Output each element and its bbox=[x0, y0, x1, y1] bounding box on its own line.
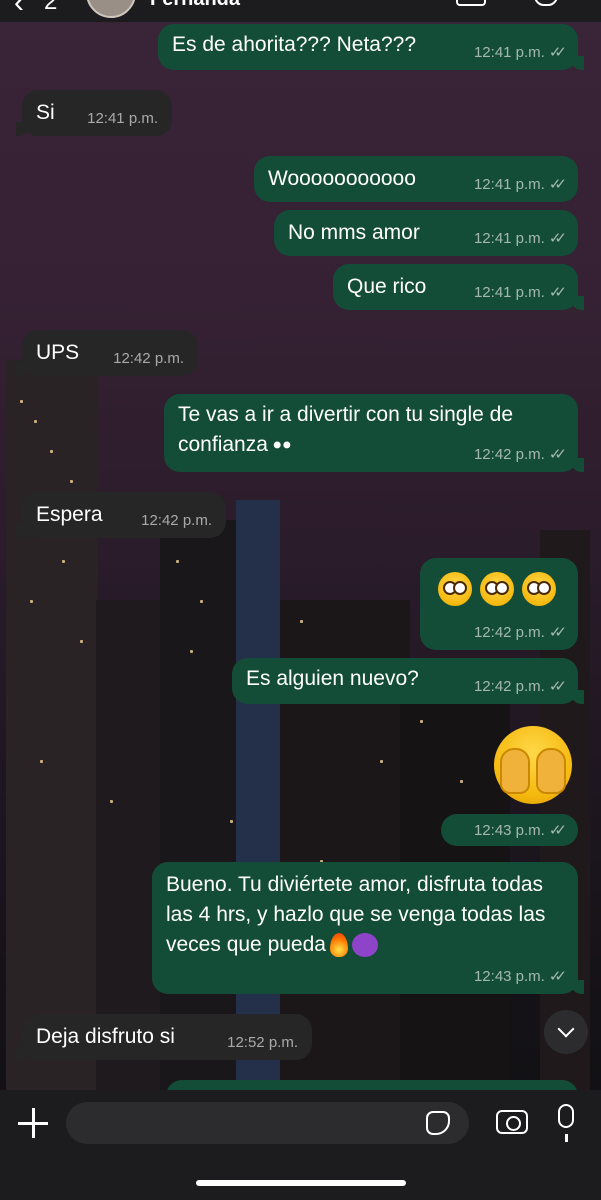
message-meta: 12:43 p.m. ✓✓ bbox=[473, 822, 567, 840]
message-outgoing[interactable]: Es de ahorita??? Neta??? 12:41 p.m. ✓✓ bbox=[158, 24, 584, 70]
message-text: UPS bbox=[36, 341, 80, 364]
fire-emoji-icon bbox=[329, 933, 348, 958]
message-time: 12:42 p.m. bbox=[473, 624, 545, 641]
message-outgoing[interactable]: Wooooooooooo 12:41 p.m. ✓✓ bbox=[254, 156, 578, 202]
message-time: 12:43 p.m. bbox=[473, 968, 545, 985]
message-meta: 12:41 p.m. bbox=[87, 110, 158, 128]
video-call-icon[interactable] bbox=[456, 0, 486, 6]
message-input[interactable] bbox=[66, 1102, 469, 1144]
message-outgoing[interactable]: Bueno. Tu diviértete amor, disfruta toda… bbox=[152, 862, 584, 994]
message-time: 12:43 p.m. bbox=[473, 822, 545, 839]
message-text: Deja disfruto si bbox=[36, 1025, 175, 1048]
message-meta: 12:42 p.m. ✓✓ bbox=[473, 624, 567, 642]
message-meta: 12:43 p.m. ✓✓ bbox=[473, 968, 567, 986]
message-incoming[interactable]: Deja disfruto si 12:52 p.m. bbox=[16, 1014, 312, 1060]
message-outgoing[interactable]: No mms amor 12:41 p.m. ✓✓ bbox=[274, 210, 578, 256]
message-text: Espera bbox=[36, 503, 103, 526]
double-check-icon: ✓✓ bbox=[548, 176, 567, 193]
message-meta: 12:42 p.m. bbox=[113, 350, 184, 368]
plus-icon[interactable] bbox=[18, 1108, 48, 1138]
message-text: Te vas a ir a divertir con tu single de … bbox=[178, 403, 519, 456]
message-meta: 12:52 p.m. bbox=[227, 1034, 298, 1052]
message-outgoing[interactable]: Que rico 12:41 p.m. ✓✓ bbox=[333, 264, 584, 310]
message-time: 12:41 p.m. bbox=[473, 230, 545, 247]
message-text: Que rico bbox=[347, 275, 427, 298]
home-indicator bbox=[196, 1180, 406, 1186]
double-check-icon: ✓✓ bbox=[548, 624, 567, 641]
chevron-down-icon bbox=[557, 1020, 575, 1038]
message-time: 12:42 p.m. bbox=[473, 446, 545, 463]
microphone-icon[interactable] bbox=[558, 1104, 574, 1142]
double-check-icon: ✓✓ bbox=[548, 230, 567, 247]
unread-count[interactable]: 2 bbox=[44, 0, 57, 16]
message-time: 12:52 p.m. bbox=[227, 1034, 298, 1051]
message-time: 12:42 p.m. bbox=[141, 512, 212, 529]
message-meta: 12:41 p.m. ✓✓ bbox=[473, 230, 567, 248]
phone-call-icon[interactable] bbox=[534, 0, 558, 6]
message-text: Si bbox=[36, 101, 55, 124]
double-check-icon: ✓✓ bbox=[548, 284, 567, 301]
contact-name[interactable]: Fernanda bbox=[150, 0, 240, 11]
message-meta: 12:42 p.m. ✓✓ bbox=[473, 446, 567, 464]
message-meta: 12:41 p.m. ✓✓ bbox=[473, 44, 567, 62]
back-chevron-icon[interactable]: ‹ bbox=[14, 0, 24, 20]
message-text: No mms amor bbox=[288, 221, 420, 244]
contact-avatar[interactable] bbox=[86, 0, 136, 18]
message-incoming[interactable]: Si 12:41 p.m. bbox=[16, 90, 172, 136]
message-outgoing[interactable]: Te vas a ir a divertir con tu single de … bbox=[164, 394, 584, 472]
flushed-face-emoji-icon bbox=[438, 572, 472, 606]
message-text: Es de ahorita??? Neta??? bbox=[172, 33, 417, 56]
message-time: 12:42 p.m. bbox=[473, 678, 545, 695]
message-meta: 12:41 p.m. ✓✓ bbox=[473, 176, 567, 194]
message-meta: 12:42 p.m. ✓✓ bbox=[473, 678, 567, 696]
message-time: 12:42 p.m. bbox=[113, 350, 184, 367]
camera-icon[interactable] bbox=[496, 1110, 528, 1134]
eyes-emoji-icon: ●● bbox=[267, 436, 292, 454]
message-time: 12:41 p.m. bbox=[473, 176, 545, 193]
double-check-icon: ✓✓ bbox=[548, 678, 567, 695]
message-text: Es alguien nuevo? bbox=[246, 667, 419, 690]
message-incoming[interactable]: Espera 12:42 p.m. bbox=[16, 492, 226, 538]
message-time: 12:41 p.m. bbox=[473, 44, 545, 61]
flushed-face-emoji-icon bbox=[480, 572, 514, 606]
message-outgoing[interactable]: 12:42 p.m. ✓✓ bbox=[420, 558, 578, 650]
message-outgoing[interactable]: Es alguien nuevo? 12:42 p.m. ✓✓ bbox=[232, 658, 584, 704]
double-check-icon: ✓✓ bbox=[548, 968, 567, 985]
message-time: 12:41 p.m. bbox=[473, 284, 545, 301]
smiling-devil-emoji-icon bbox=[351, 933, 378, 958]
wallpaper-building bbox=[6, 360, 98, 1200]
chat-header: ‹ 2 Fernanda bbox=[0, 0, 601, 22]
double-check-icon: ✓✓ bbox=[548, 446, 567, 463]
double-check-icon: ✓✓ bbox=[548, 822, 567, 839]
flushed-face-emoji-icon bbox=[522, 572, 556, 606]
message-text: Wooooooooooo bbox=[268, 167, 416, 190]
message-incoming[interactable]: UPS 12:42 p.m. bbox=[16, 330, 198, 376]
double-check-icon: ✓✓ bbox=[548, 44, 567, 61]
scroll-to-bottom-button[interactable] bbox=[544, 1010, 588, 1054]
message-outgoing-timestamp: 12:43 p.m. ✓✓ bbox=[441, 814, 578, 846]
message-time: 12:41 p.m. bbox=[87, 110, 158, 127]
message-meta: 12:42 p.m. bbox=[141, 512, 212, 530]
message-composer bbox=[0, 1090, 601, 1200]
message-meta: 12:41 p.m. ✓✓ bbox=[473, 284, 567, 302]
hands-over-eyes-emoji-icon[interactable] bbox=[494, 726, 572, 804]
